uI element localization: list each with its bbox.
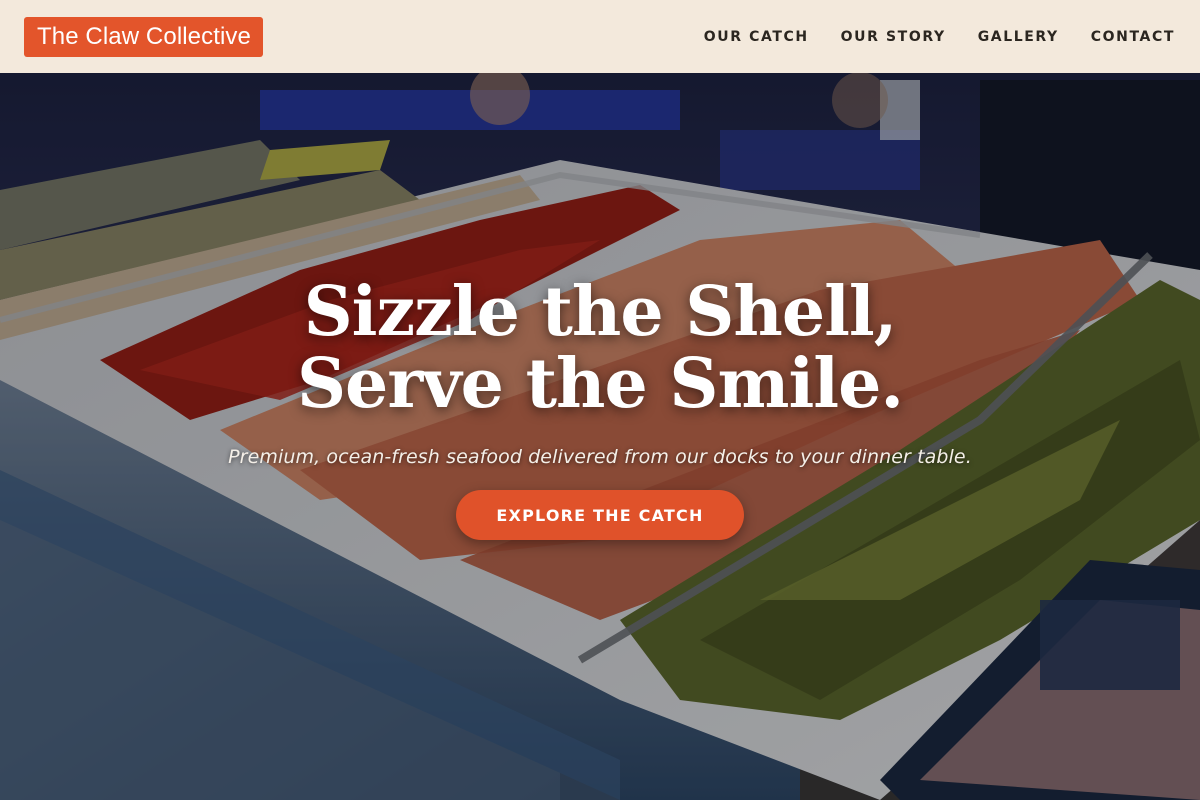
- nav-our-story[interactable]: OUR STORY: [841, 29, 946, 45]
- site-logo[interactable]: The Claw Collective: [24, 16, 263, 57]
- nav-contact[interactable]: CONTACT: [1091, 29, 1175, 45]
- hero-section: Sizzle the Shell, Serve the Smile. Premi…: [0, 276, 1200, 540]
- hero-tagline: Premium, ocean-fresh seafood delivered f…: [228, 446, 972, 468]
- hero-headline: Sizzle the Shell, Serve the Smile.: [0, 276, 1200, 420]
- nav-gallery[interactable]: GALLERY: [978, 29, 1059, 45]
- hero-headline-line-1: Sizzle the Shell,: [303, 272, 898, 352]
- site-header: The Claw Collective OUR CATCH OUR STORY …: [0, 0, 1200, 73]
- nav-our-catch[interactable]: OUR CATCH: [704, 29, 809, 45]
- explore-catch-button[interactable]: EXPLORE THE CATCH: [456, 490, 744, 540]
- main-nav: OUR CATCH OUR STORY GALLERY CONTACT: [704, 29, 1175, 45]
- hero-headline-line-2: Serve the Smile.: [296, 344, 904, 424]
